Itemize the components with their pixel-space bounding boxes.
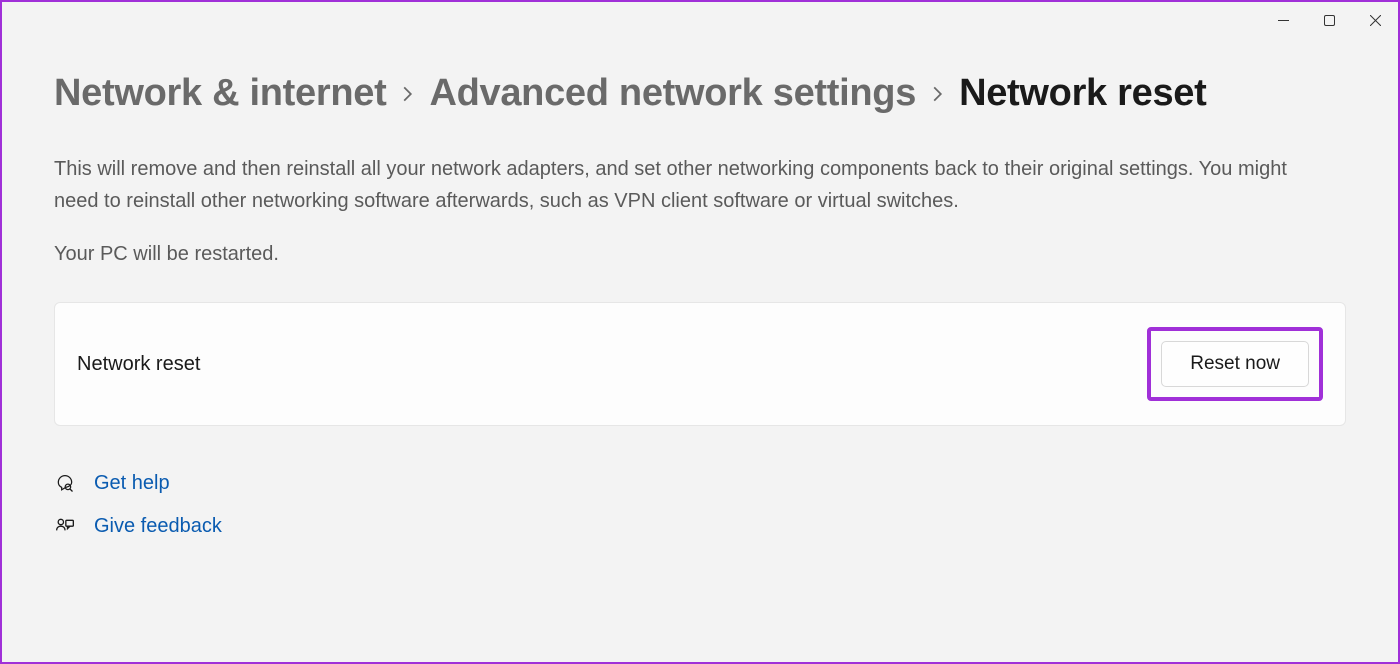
help-icon: [54, 473, 76, 495]
give-feedback-link[interactable]: Give feedback: [94, 515, 222, 538]
restart-note: Your PC will be restarted.: [54, 243, 1346, 266]
breadcrumb: Network & internet Advanced network sett…: [54, 72, 1346, 115]
highlight-annotation: Reset now: [1147, 327, 1323, 401]
close-button[interactable]: [1352, 4, 1398, 36]
page-description: This will remove and then reinstall all …: [54, 153, 1294, 217]
chevron-right-icon: [402, 85, 413, 103]
breadcrumb-network-internet[interactable]: Network & internet: [54, 72, 386, 115]
maximize-button[interactable]: [1306, 4, 1352, 36]
reset-now-button[interactable]: Reset now: [1161, 341, 1309, 387]
minimize-button[interactable]: [1260, 4, 1306, 36]
footer-links: Get help Give feedback: [54, 472, 1346, 538]
get-help-row: Get help: [54, 472, 1346, 495]
give-feedback-row: Give feedback: [54, 515, 1346, 538]
breadcrumb-advanced-settings[interactable]: Advanced network settings: [429, 72, 916, 115]
breadcrumb-network-reset: Network reset: [959, 72, 1206, 115]
chevron-right-icon: [932, 85, 943, 103]
get-help-link[interactable]: Get help: [94, 472, 170, 495]
feedback-icon: [54, 516, 76, 538]
card-label: Network reset: [77, 353, 200, 376]
network-reset-card: Network reset Reset now: [54, 302, 1346, 426]
window-controls: [1260, 2, 1398, 38]
